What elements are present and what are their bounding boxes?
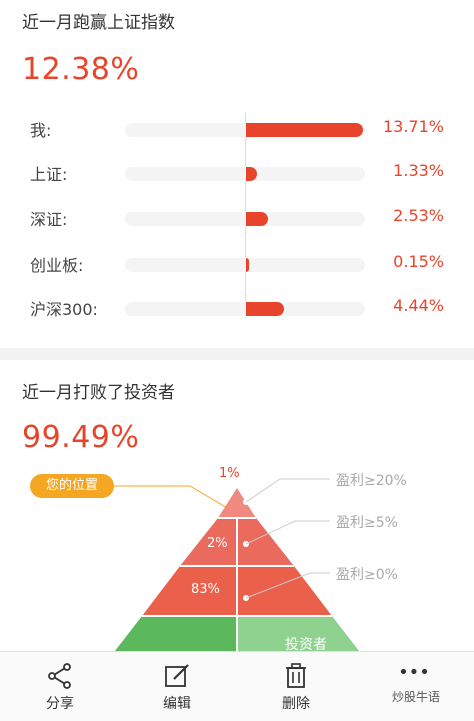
- outperform-index-card: 近一月跑赢上证指数 12.38% 我: 13.71% 上证: 1.33% 深证:…: [0, 0, 474, 348]
- bar-fill: [246, 302, 284, 316]
- bar-value: 2.53%: [393, 206, 444, 225]
- bar-row-csi300: 沪深300: 4.44%: [0, 292, 474, 322]
- trash-icon: [286, 663, 306, 688]
- watermark-text: 炒股牛语: [392, 690, 441, 704]
- pyramid-graphic: [108, 478, 366, 660]
- bar-value: 13.71%: [382, 117, 444, 136]
- bottom-toolbar: 分享 编辑 删除 •••: [0, 651, 474, 721]
- bar-row-shenzhen: 深证: 2.53%: [0, 202, 474, 232]
- bar-value: 1.33%: [393, 161, 444, 180]
- bar-value: 4.44%: [393, 296, 444, 315]
- outperform-value: 12.38%: [22, 52, 140, 87]
- bar-fill: [246, 212, 268, 226]
- bar-fill: [246, 258, 249, 272]
- share-icon: [48, 663, 71, 689]
- pyramid-low-pct: 83%: [191, 582, 220, 597]
- pyramid-top-pct: 1%: [219, 466, 240, 481]
- edit-button[interactable]: 编辑: [137, 652, 217, 721]
- bar-track: [125, 212, 365, 226]
- bar-track: [125, 258, 365, 272]
- tier-label-20: 盈利≥20%: [336, 473, 407, 489]
- tier-leader: [245, 478, 330, 503]
- edit-label: 编辑: [163, 696, 191, 712]
- bar-row-shanghai: 上证: 1.33%: [0, 157, 474, 187]
- bar-fill: [246, 123, 363, 137]
- edit-icon: [165, 664, 189, 687]
- bar-track: [125, 302, 365, 316]
- bar-label: 沪深300:: [30, 300, 98, 319]
- beat-investors-card: 近一月打败了投资者 99.49% 您的位置 1% 2% 83% 投资者 盈利≥2…: [0, 360, 474, 660]
- bar-row-chinext: 创业板: 0.15%: [0, 248, 474, 278]
- more-icon: •••: [398, 662, 430, 683]
- share-label: 分享: [46, 696, 74, 712]
- tier-label-0: 盈利≥0%: [336, 567, 398, 583]
- bar-label: 深证:: [30, 210, 68, 229]
- bar-label: 上证:: [30, 165, 68, 184]
- share-button[interactable]: 分享: [20, 652, 100, 721]
- bar-label: 创业板:: [30, 256, 84, 275]
- badge-connector: [114, 485, 235, 513]
- delete-label: 删除: [282, 696, 310, 712]
- tier-label-5: 盈利≥5%: [336, 515, 398, 531]
- more-button[interactable]: •••: [374, 652, 454, 721]
- bar-label: 我:: [30, 121, 52, 140]
- bar-track: [125, 123, 365, 137]
- delete-button[interactable]: 删除: [256, 652, 336, 721]
- pyramid-tier-top: [218, 488, 256, 518]
- pyramid-mid-pct: 2%: [207, 536, 228, 551]
- bar-track: [125, 167, 365, 181]
- bar-value: 0.15%: [393, 252, 444, 271]
- card-title: 近一月跑赢上证指数: [22, 13, 175, 33]
- bar-row-me: 我: 13.71%: [0, 113, 474, 143]
- bar-fill: [246, 167, 258, 181]
